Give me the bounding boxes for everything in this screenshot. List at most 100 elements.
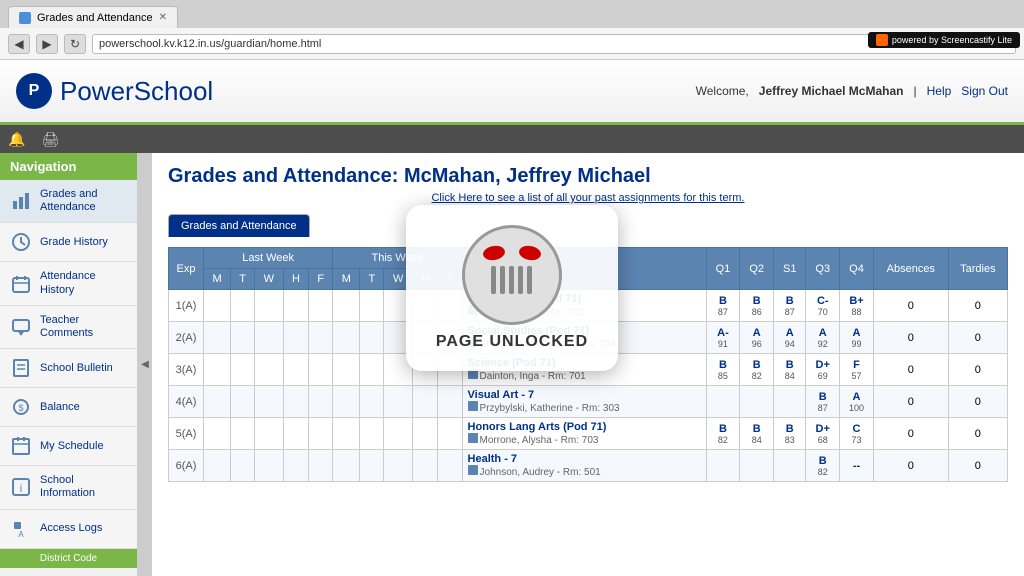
day-cell bbox=[333, 354, 360, 386]
grade-cell bbox=[740, 450, 774, 482]
grade-cell[interactable]: B 82 bbox=[706, 418, 740, 450]
sidebar-item-my-schedule-label: My Schedule bbox=[40, 440, 104, 453]
content-area: Grades and Attendance: McMahan, Jeffrey … bbox=[152, 153, 1024, 576]
grade-cell[interactable]: F 57 bbox=[840, 354, 874, 386]
day-cell bbox=[384, 450, 413, 482]
active-tab[interactable]: Grades and Attendance ✕ bbox=[8, 6, 178, 28]
day-m1: M bbox=[204, 269, 231, 290]
ps-logo: P PowerSchool bbox=[16, 73, 213, 109]
grade-cell[interactable]: A 99 bbox=[840, 322, 874, 354]
grade-cell[interactable]: B 84 bbox=[774, 354, 806, 386]
tab-grades-attendance[interactable]: Grades and Attendance bbox=[168, 214, 310, 237]
sidebar-item-school-bulletin[interactable]: School Bulletin bbox=[0, 349, 137, 388]
course-cell[interactable]: Health - 7 Johnson, Audrey - Rm: 501 bbox=[462, 450, 706, 482]
day-cell bbox=[360, 322, 384, 354]
sidebar-item-school-info[interactable]: i SchoolInformation bbox=[0, 466, 137, 509]
grade-cell[interactable]: B 82 bbox=[806, 450, 840, 482]
day-cell bbox=[204, 386, 231, 418]
bulletin-icon bbox=[10, 357, 32, 379]
day-cell bbox=[360, 450, 384, 482]
course-cell[interactable]: Visual Art - 7 Przybylski, Katherine - R… bbox=[462, 386, 706, 418]
day-w2: W bbox=[384, 269, 413, 290]
screencastify-label: powered by Screencastify Lite bbox=[892, 35, 1012, 45]
sidebar-item-grade-history[interactable]: Grade History bbox=[0, 223, 137, 262]
exp-cell: 5(A) bbox=[169, 418, 204, 450]
day-cell bbox=[283, 386, 309, 418]
grade-cell[interactable]: A 92 bbox=[806, 322, 840, 354]
table-row: 6(A) Health - 7 Johnson, Audrey - Rm: 50… bbox=[169, 450, 1008, 482]
tardies-header: Tardies bbox=[948, 248, 1007, 290]
ps-header: P PowerSchool Welcome, Jeffrey Michael M… bbox=[0, 60, 1024, 125]
calendar-icon bbox=[10, 273, 32, 295]
exp-cell: 1(A) bbox=[169, 290, 204, 322]
toolbar-icon-1[interactable]: 🔔 bbox=[8, 131, 25, 148]
grade-cell[interactable]: C 73 bbox=[840, 418, 874, 450]
sidebar-item-my-schedule[interactable]: My Schedule bbox=[0, 427, 137, 466]
sidebar-item-attendance-history[interactable]: AttendanceHistory bbox=[0, 262, 137, 305]
day-cell bbox=[438, 418, 462, 450]
exp-header: Exp bbox=[169, 248, 204, 290]
grade-cell[interactable]: A 94 bbox=[774, 322, 806, 354]
grade-cell bbox=[774, 450, 806, 482]
grade-cell[interactable]: A 100 bbox=[840, 386, 874, 418]
grade-cell[interactable]: B 83 bbox=[774, 418, 806, 450]
refresh-button[interactable]: ↻ bbox=[64, 34, 86, 54]
grade-cell[interactable]: B 87 bbox=[774, 290, 806, 322]
sidebar-item-school-info-label: SchoolInformation bbox=[40, 474, 95, 500]
ps-toolbar: 🔔 🖨 bbox=[0, 125, 1024, 153]
exp-cell: 4(A) bbox=[169, 386, 204, 418]
signout-link[interactable]: Sign Out bbox=[961, 84, 1008, 98]
toolbar-icon-2[interactable]: 🖨 bbox=[41, 131, 59, 148]
sidebar-item-teacher-comments[interactable]: TeacherComments bbox=[0, 306, 137, 349]
schedule-icon bbox=[10, 435, 32, 457]
grade-cell[interactable]: B 87 bbox=[706, 290, 740, 322]
sidebar-item-grades-attendance[interactable]: Grades andAttendance bbox=[0, 180, 137, 223]
assignments-link[interactable]: Click Here to see a list of all your pas… bbox=[168, 192, 1008, 204]
day-cell bbox=[255, 322, 284, 354]
forward-button[interactable]: ▶ bbox=[36, 34, 58, 54]
tardies-cell: 0 bbox=[948, 386, 1007, 418]
grade-cell[interactable]: D+ 68 bbox=[806, 418, 840, 450]
day-f1: F bbox=[309, 269, 333, 290]
last-week-header: Last Week bbox=[204, 248, 333, 269]
day-cell bbox=[204, 290, 231, 322]
grade-cell[interactable]: B 85 bbox=[706, 354, 740, 386]
grade-cell[interactable]: A- 91 bbox=[706, 322, 740, 354]
grade-cell[interactable]: -- bbox=[840, 450, 874, 482]
help-link[interactable]: Help bbox=[927, 84, 952, 98]
day-cell bbox=[333, 290, 360, 322]
screencastify-badge: powered by Screencastify Lite bbox=[868, 32, 1020, 48]
day-cell bbox=[283, 418, 309, 450]
day-cell bbox=[231, 354, 255, 386]
course-cell[interactable]: Honors Math (Pod 71) Buck, Angela - Rm: … bbox=[462, 290, 706, 322]
nav-bar: ◀ ▶ ↻ powerschool.kv.k12.in.us/guardian/… bbox=[0, 28, 1024, 60]
course-cell[interactable]: Social Studies (Pod 71) Sharkozy, Michae… bbox=[462, 322, 706, 354]
day-t2: T bbox=[360, 269, 384, 290]
grade-cell[interactable]: B+ 88 bbox=[840, 290, 874, 322]
welcome-text: Welcome, bbox=[696, 84, 749, 98]
grade-cell[interactable]: B 82 bbox=[740, 354, 774, 386]
course-cell[interactable]: Honors Lang Arts (Pod 71) Morrone, Alysh… bbox=[462, 418, 706, 450]
day-cell bbox=[204, 418, 231, 450]
grade-cell[interactable]: B 87 bbox=[806, 386, 840, 418]
grade-cell[interactable]: A 96 bbox=[740, 322, 774, 354]
sidebar-collapse-button[interactable]: ◀ bbox=[138, 153, 152, 576]
grade-cell[interactable]: D+ 69 bbox=[806, 354, 840, 386]
absences-cell: 0 bbox=[873, 386, 948, 418]
grade-cell[interactable]: B 86 bbox=[740, 290, 774, 322]
course-cell[interactable]: Science (Pod 71) Dainton, Inga - Rm: 701 bbox=[462, 354, 706, 386]
course-header: Course bbox=[462, 248, 706, 290]
sidebar-item-grade-history-label: Grade History bbox=[40, 236, 108, 249]
sidebar-item-access-logs[interactable]: A Access Logs bbox=[0, 510, 137, 549]
grade-cell[interactable]: B 84 bbox=[740, 418, 774, 450]
day-m2: M bbox=[333, 269, 360, 290]
day-cell bbox=[360, 290, 384, 322]
this-week-header: This Week bbox=[333, 248, 462, 269]
tab-close-button[interactable]: ✕ bbox=[159, 12, 167, 23]
grade-cell[interactable]: C- 70 bbox=[806, 290, 840, 322]
sidebar-item-balance[interactable]: $ Balance bbox=[0, 388, 137, 427]
day-cell bbox=[438, 386, 462, 418]
sidebar-item-attendance-label: AttendanceHistory bbox=[40, 270, 96, 296]
back-button[interactable]: ◀ bbox=[8, 34, 30, 54]
absences-cell: 0 bbox=[873, 354, 948, 386]
